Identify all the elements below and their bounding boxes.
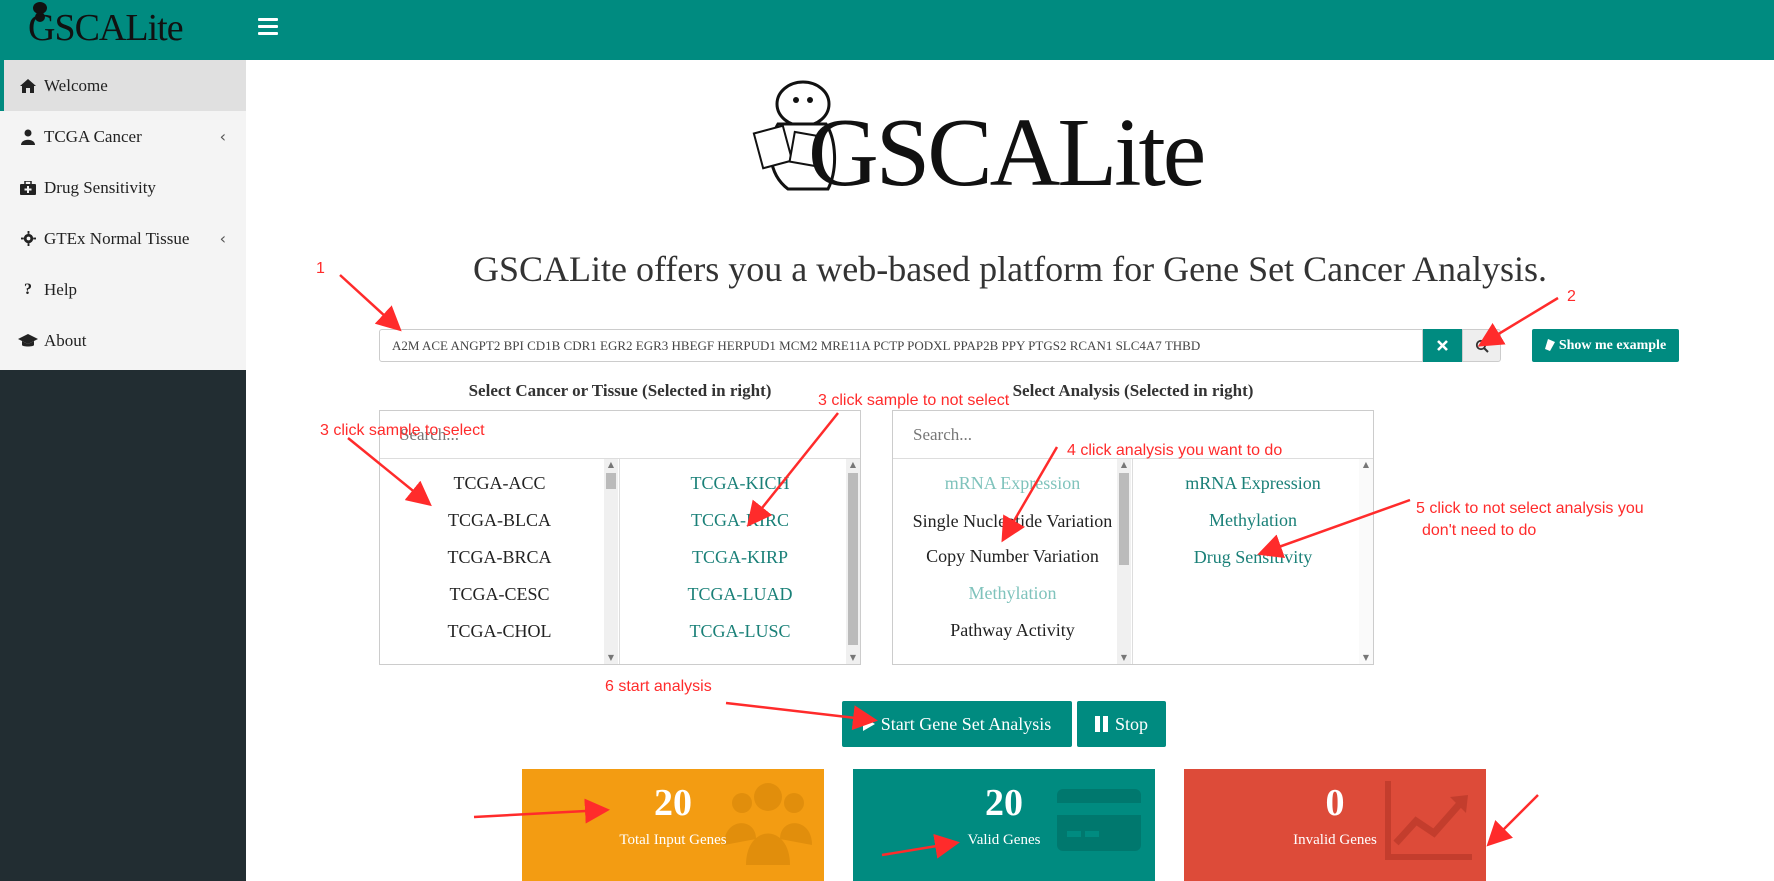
annotation-3-select: 3 click sample to select (320, 422, 485, 439)
search-icon (1475, 339, 1489, 353)
sidebar-item-label: Drug Sensitivity (44, 177, 156, 197)
list-item[interactable]: TCGA-LUAD (620, 576, 860, 613)
sidebar-item-about[interactable]: About (0, 315, 246, 366)
stat-valid-genes: 20 Valid Genes (853, 769, 1155, 881)
scrollbar[interactable]: ▲ ▼ (846, 459, 860, 664)
list-item[interactable]: TCGA-BLCA (380, 502, 619, 539)
stat-value: 20 (985, 782, 1023, 824)
cancer-multiselect: Search... TCGA-ACC TCGA-BLCA TCGA-BRCA T… (379, 410, 861, 665)
stat-label: Invalid Genes (1293, 832, 1377, 848)
eraser-icon (1544, 339, 1555, 351)
hamburger-icon[interactable] (258, 18, 278, 36)
stat-label: Total Input Genes (619, 832, 727, 848)
stat-value: 20 (654, 782, 692, 824)
cancer-select-title: Select Cancer or Tissue (Selected in rig… (468, 381, 772, 400)
start-analysis-label: Start Gene Set Analysis (880, 713, 1052, 734)
stat-value: 0 (1325, 782, 1345, 824)
close-icon (1437, 340, 1448, 351)
annotation-1: 1 (316, 260, 325, 277)
annotation-4: 4 click analysis you want to do (1067, 442, 1283, 459)
gear-icon (18, 230, 38, 248)
list-item[interactable]: TCGA-BRCA (380, 539, 619, 576)
list-item[interactable]: Single Nucleotide Variation (893, 502, 1132, 538)
question-icon: ? (24, 280, 32, 298)
list-item[interactable]: TCGA-KICH (620, 465, 860, 502)
medkit-icon (18, 179, 38, 197)
annotation-5-line1: 5 click to not select analysis you (1416, 500, 1644, 517)
annotation-2: 2 (1567, 288, 1576, 305)
stop-label: Stop (1114, 713, 1148, 734)
list-item[interactable]: TCGA-KIRP (620, 539, 860, 576)
sidebar-item-gtex[interactable]: GTEx Normal Tissue ‹ (0, 213, 246, 264)
sidebar-item-help[interactable]: ? Help (0, 264, 246, 315)
list-item[interactable]: Pathway Activity (893, 612, 1132, 649)
stat-total-input-genes: 20 Total Input Genes (522, 769, 824, 881)
list-item[interactable]: mRNA Expression (1133, 465, 1373, 502)
stat-label: Valid Genes (967, 832, 1041, 848)
analysis-selected-list: mRNA Expression Methylation Drug Sensiti… (1133, 459, 1373, 664)
cancer-selected-list: TCGA-KICH TCGA-KIRC TCGA-KIRP TCGA-LUAD … (620, 459, 860, 664)
sidebar-item-label: Help (44, 279, 78, 299)
list-item[interactable]: TCGA-CESC (380, 576, 619, 613)
graduation-cap-icon (18, 332, 38, 350)
home-icon (18, 77, 38, 95)
show-example-button[interactable]: Show me example (1532, 329, 1679, 362)
clear-button[interactable] (1423, 329, 1462, 362)
annotation-5-line2: don't need to do (1422, 522, 1537, 539)
list-item[interactable]: Methylation (1133, 502, 1373, 539)
list-item[interactable]: TCGA-LUSC (620, 613, 860, 650)
list-item[interactable]: TCGA-KIRC (620, 502, 860, 539)
user-md-icon (18, 128, 38, 146)
pause-icon (1094, 716, 1108, 732)
show-example-label: Show me example (1558, 337, 1667, 353)
main-logo: GSCALite (808, 99, 1206, 207)
list-item[interactable]: TCGA-CHOL (380, 613, 619, 650)
scrollbar[interactable]: ▲ ▼ (604, 459, 618, 664)
chevron-left-icon: ‹ (219, 229, 226, 248)
top-navbar: GSCALite (0, 0, 1774, 60)
sidebar-menu: Welcome TCGA Cancer ‹ Drug Sensitivity G… (0, 60, 246, 370)
sidebar-item-label: GTEx Normal Tissue (44, 228, 190, 248)
list-item[interactable]: TCGA-ACC (380, 465, 619, 502)
annotation-6: 6 start analysis (605, 678, 712, 695)
stop-button[interactable]: Stop (1077, 701, 1166, 747)
chevron-left-icon: ‹ (219, 127, 226, 146)
page-headline: GSCALite offers you a web-based platform… (472, 249, 1548, 289)
stat-invalid-genes: 0 Invalid Genes (1184, 769, 1486, 881)
list-item-label: Single Nucleotide Variation (912, 511, 1113, 531)
list-item[interactable]: Copy Number Variation (893, 538, 1132, 575)
gene-set-input[interactable] (379, 329, 1423, 362)
sidebar-item-tcga-cancer[interactable]: TCGA Cancer ‹ (0, 111, 246, 162)
sidebar-item-label: About (44, 330, 87, 350)
list-item[interactable]: Drug Sensitivity (1133, 539, 1373, 576)
start-analysis-button[interactable]: Start Gene Set Analysis (842, 701, 1072, 747)
analysis-available-list: mRNA Expression Single Nucleotide Variat… (893, 459, 1133, 664)
play-icon (862, 717, 875, 731)
list-item[interactable]: Methylation (893, 575, 1132, 612)
annotation-3-deselect: 3 click sample to not select (818, 392, 1010, 409)
scrollbar[interactable]: ▲ ▼ (1117, 459, 1131, 664)
sidebar-item-label: Welcome (44, 75, 108, 95)
sidebar-item-welcome[interactable]: Welcome (0, 60, 246, 111)
sidebar-item-label: TCGA Cancer (44, 126, 142, 146)
cancer-available-list: TCGA-ACC TCGA-BLCA TCGA-BRCA TCGA-CESC T… (380, 459, 620, 664)
sidebar: Welcome TCGA Cancer ‹ Drug Sensitivity G… (0, 60, 246, 881)
scrollbar[interactable]: ▲ ▼ (1359, 459, 1373, 664)
list-item[interactable]: mRNA Expression (893, 465, 1132, 502)
sidebar-item-drug-sensitivity[interactable]: Drug Sensitivity (0, 162, 246, 213)
app-logo[interactable]: GSCALite (28, 6, 184, 50)
search-button[interactable] (1462, 329, 1501, 362)
